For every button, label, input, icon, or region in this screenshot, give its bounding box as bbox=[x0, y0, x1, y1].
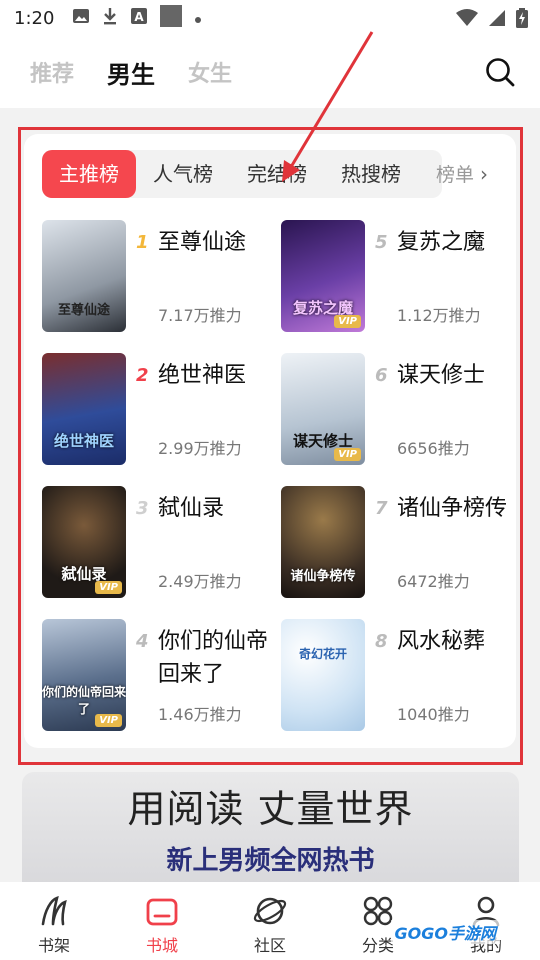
cover-title: 至尊仙途 bbox=[57, 303, 110, 318]
square-icon bbox=[160, 5, 183, 31]
book-heat: 2.49万推力 bbox=[158, 572, 242, 591]
text-a-icon: A bbox=[130, 7, 148, 29]
rank-number: 5 bbox=[375, 232, 388, 253]
vip-badge: VIP bbox=[334, 315, 361, 328]
cover-title: 奇幻花开 bbox=[298, 647, 347, 661]
book-title: 你们的仙帝回来了 bbox=[158, 629, 269, 687]
book-item[interactable]: 绝世神医 2 绝世神医 2.99万推力 bbox=[42, 353, 272, 465]
book-item[interactable]: 谋天修士 VIP 6 谋天修士 6656推力 bbox=[281, 353, 511, 465]
book-title: 诸仙争榜传 bbox=[397, 496, 508, 521]
promo-banner[interactable]: 用阅读 丈量世界 新上男频全网热书 bbox=[22, 772, 519, 884]
book-cover: 至尊仙途 bbox=[42, 220, 126, 332]
book-heat: 2.99万推力 bbox=[158, 439, 242, 458]
tab-hot-search[interactable]: 热搜榜 bbox=[324, 150, 418, 198]
dot-icon bbox=[194, 9, 202, 28]
book-title: 复苏之魔 bbox=[397, 230, 486, 255]
tab-male[interactable]: 男生 bbox=[107, 55, 155, 90]
banner-subline: 新上男频全网热书 bbox=[166, 846, 375, 876]
book-cover: 绝世神医 bbox=[42, 353, 126, 465]
nav-label: 书城 bbox=[145, 936, 178, 955]
status-bar: 1:20 A bbox=[0, 0, 540, 36]
rank-tab-bar: 主推榜 人气榜 完结榜 热搜榜 bbox=[42, 150, 442, 198]
bookstore-icon bbox=[146, 898, 178, 926]
rank-list-more[interactable]: 榜单 › bbox=[436, 150, 488, 198]
cover-title: 绝世神医 bbox=[53, 432, 114, 450]
tab-female[interactable]: 女生 bbox=[188, 56, 232, 88]
rank-number: 7 bbox=[375, 498, 388, 519]
book-heat: 1040推力 bbox=[397, 705, 470, 724]
banner-headline: 用阅读 丈量世界 bbox=[127, 787, 414, 831]
search-icon[interactable] bbox=[484, 56, 516, 88]
rank-number: 2 bbox=[136, 365, 149, 386]
book-heat: 6656推力 bbox=[397, 439, 470, 458]
book-cover: 你们的仙帝回来了 VIP bbox=[42, 619, 126, 731]
ranking-card: 主推榜 人气榜 完结榜 热搜榜 榜单 › 至尊仙途 1 至尊仙途 7.17万推力 … bbox=[24, 134, 516, 748]
book-title: 弑仙录 bbox=[158, 496, 225, 521]
book-title: 谋天修士 bbox=[397, 363, 486, 388]
vip-badge: VIP bbox=[95, 714, 122, 727]
book-cover: 复苏之魔 VIP bbox=[281, 220, 365, 332]
book-item[interactable]: 至尊仙途 1 至尊仙途 7.17万推力 bbox=[42, 220, 272, 332]
tab-recommend[interactable]: 推荐 bbox=[30, 56, 74, 88]
book-cover: 谋天修士 VIP bbox=[281, 353, 365, 465]
watermark: GOGO手游网 bbox=[390, 920, 500, 944]
top-tab-bar: 推荐 男生 女生 bbox=[0, 36, 540, 108]
book-cover: 弑仙录 VIP bbox=[42, 486, 126, 598]
nav-bookshelf[interactable]: 书架 bbox=[0, 882, 108, 960]
book-heat: 1.12万推力 bbox=[397, 306, 481, 325]
book-item[interactable]: 复苏之魔 VIP 5 复苏之魔 1.12万推力 bbox=[281, 220, 511, 332]
bookshelf-icon bbox=[41, 896, 67, 926]
book-cover: 奇幻花开 bbox=[281, 619, 365, 731]
rank-number: 6 bbox=[375, 365, 388, 386]
book-heat: 1.46万推力 bbox=[158, 705, 242, 724]
vip-badge: VIP bbox=[95, 581, 122, 594]
book-title: 至尊仙途 bbox=[158, 230, 247, 255]
image-icon bbox=[72, 7, 90, 29]
rank-more-label: 榜单 bbox=[436, 164, 475, 186]
rank-number: 3 bbox=[136, 498, 149, 519]
book-title: 风水秘葬 bbox=[397, 629, 486, 654]
svg-text:A: A bbox=[135, 10, 145, 24]
book-item[interactable]: 奇幻花开 8 风水秘葬 1040推力 bbox=[281, 619, 511, 731]
cover-title: 你们的仙帝回来了 bbox=[42, 685, 126, 716]
tab-popular[interactable]: 人气榜 bbox=[136, 150, 230, 198]
nav-label: 书架 bbox=[37, 936, 70, 955]
rank-number: 1 bbox=[136, 232, 149, 253]
book-title: 绝世神医 bbox=[158, 363, 247, 388]
nav-bookstore[interactable]: 书城 bbox=[108, 882, 216, 960]
nav-label: 社区 bbox=[253, 936, 286, 955]
book-heat: 7.17万推力 bbox=[158, 306, 242, 325]
nav-community[interactable]: 社区 bbox=[216, 882, 324, 960]
planet-icon bbox=[253, 897, 287, 925]
status-time: 1:20 bbox=[14, 7, 55, 29]
cover-title: 诸仙争榜传 bbox=[290, 569, 356, 584]
rank-number: 4 bbox=[136, 631, 149, 652]
download-icon bbox=[102, 7, 118, 29]
chevron-right-icon: › bbox=[480, 162, 489, 186]
book-cover: 诸仙争榜传 bbox=[281, 486, 365, 598]
wifi-icon bbox=[456, 9, 478, 31]
book-heat: 6472推力 bbox=[397, 572, 470, 591]
book-item[interactable]: 诸仙争榜传 7 诸仙争榜传 6472推力 bbox=[281, 486, 511, 598]
tab-completed[interactable]: 完结榜 bbox=[230, 150, 324, 198]
signal-icon bbox=[488, 9, 506, 31]
rank-number: 8 bbox=[375, 631, 388, 652]
book-item[interactable]: 你们的仙帝回来了 VIP 4 你们的仙帝回来了 1.46万推力 bbox=[42, 619, 272, 731]
vip-badge: VIP bbox=[334, 448, 361, 461]
book-item[interactable]: 弑仙录 VIP 3 弑仙录 2.49万推力 bbox=[42, 486, 272, 598]
tab-main-push[interactable]: 主推榜 bbox=[42, 150, 136, 198]
battery-icon bbox=[516, 8, 528, 32]
